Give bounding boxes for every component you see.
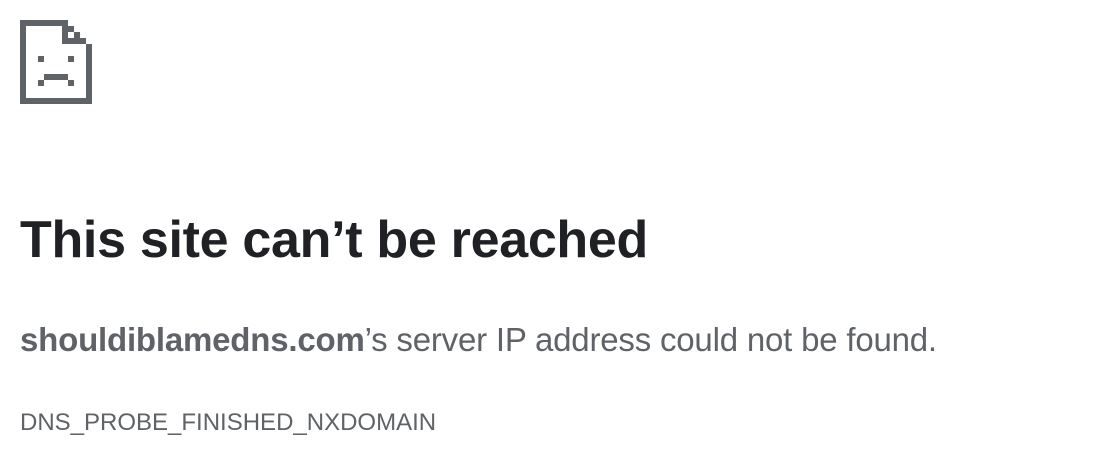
error-hostname: shouldiblamedns.com xyxy=(20,321,365,358)
error-title: This site can’t be reached xyxy=(20,211,648,269)
sad-document-icon xyxy=(20,20,92,104)
error-code: DNS_PROBE_FINISHED_NXDOMAIN xyxy=(20,409,437,436)
error-message: shouldiblamedns.com’s server IP address … xyxy=(20,318,937,362)
error-message-suffix: ’s server IP address could not be found. xyxy=(364,321,938,358)
